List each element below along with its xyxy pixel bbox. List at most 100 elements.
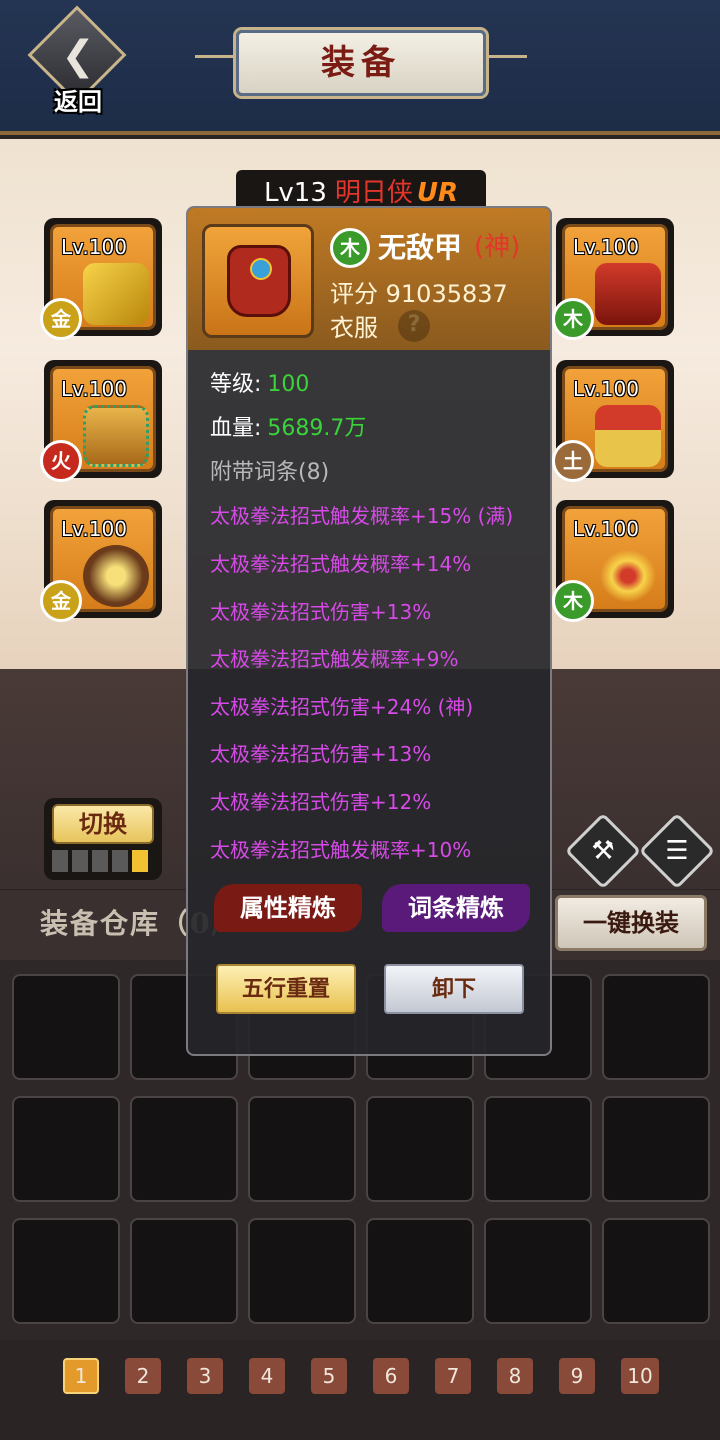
affix-line: 太极拳法招式伤害+13%	[210, 742, 432, 766]
page-button-9[interactable]: 9	[559, 1358, 595, 1394]
page-button-10[interactable]: 10	[621, 1358, 659, 1394]
affix-title: 附带词条(8)	[210, 460, 330, 485]
item-frame	[202, 224, 314, 338]
list-icon: ☰	[638, 812, 716, 890]
inventory-cell[interactable]	[366, 1096, 474, 1202]
equip-slot-armor[interactable]: Lv.100 木	[552, 218, 674, 340]
affix-line: 太极拳法招式伤害+24% (神)	[210, 695, 474, 719]
level-key: 等级:	[210, 372, 262, 397]
page-button-7[interactable]: 7	[435, 1358, 471, 1394]
element-badge: 金	[40, 580, 82, 622]
inventory-cell[interactable]	[130, 1096, 238, 1202]
boots-icon	[595, 405, 661, 467]
help-icon[interactable]: ?	[398, 310, 430, 342]
page-title: 装备	[321, 43, 401, 83]
equip-slot-boots[interactable]: Lv.100 土	[552, 360, 674, 482]
affix-line: 太极拳法招式伤害+13%	[210, 600, 432, 624]
page-button-2[interactable]: 2	[125, 1358, 161, 1394]
back-arrow-icon: ❮	[61, 33, 95, 79]
element-badge: 木	[552, 580, 594, 622]
pager	[0, 1340, 720, 1440]
item-type: 衣服	[330, 314, 378, 342]
top-bar: ❮ 返回 装备	[0, 0, 720, 135]
page-button-8[interactable]: 8	[497, 1358, 533, 1394]
back-button[interactable]: ❮ 返回	[27, 5, 128, 116]
element-badge: 金	[40, 298, 82, 340]
pip	[72, 850, 88, 872]
one-key-equip-button[interactable]: 一键换装	[555, 895, 707, 951]
element-badge: 木	[330, 228, 370, 268]
pip-active	[132, 850, 148, 872]
inventory-cell[interactable]	[484, 1096, 592, 1202]
inventory-cell[interactable]	[366, 1218, 474, 1324]
inventory-cell[interactable]	[12, 1096, 120, 1202]
item-score: 评分 91035837	[330, 274, 508, 309]
page-button-4[interactable]: 4	[249, 1358, 285, 1394]
inventory-cell[interactable]	[602, 1096, 710, 1202]
item-rank: (神)	[474, 232, 521, 262]
score-value: 91035837	[385, 280, 508, 308]
hp-key: 血量:	[210, 416, 262, 441]
golden-sword-icon	[83, 263, 149, 325]
affix-line: 太极拳法招式触发概率+14%	[210, 552, 472, 576]
slot-level: Lv.100	[573, 517, 639, 541]
equip-slot-weapon[interactable]: Lv.100 金	[40, 218, 162, 340]
medallion-icon	[83, 545, 149, 607]
unequip-button[interactable]: 卸下	[384, 964, 524, 1014]
enhance-button[interactable]: ⚒ 强化	[564, 812, 642, 912]
inventory-cell[interactable]	[248, 1218, 356, 1324]
slot-level: Lv.100	[61, 517, 127, 541]
slot-level: Lv.100	[573, 235, 639, 259]
back-label: 返回	[54, 88, 102, 116]
element-badge: 火	[40, 440, 82, 482]
switch-indicator	[52, 850, 152, 876]
page-button-6[interactable]: 6	[373, 1358, 409, 1394]
inventory-cell[interactable]	[602, 974, 710, 1080]
element-badge: 土	[552, 440, 594, 482]
item-detail-popup: 木 无敌甲 (神) 评分 91035837 衣服 ? 等级: 100 血量: 568…	[186, 206, 552, 1056]
slot-level: Lv.100	[61, 235, 127, 259]
level-stat: 等级: 100	[210, 366, 309, 398]
inventory-cell[interactable]	[484, 1218, 592, 1324]
element-badge: 木	[552, 298, 594, 340]
equip-slot-bracer[interactable]: Lv.100 火	[40, 360, 162, 482]
jeweled-bracer-icon	[83, 405, 149, 467]
score-label: 评分	[330, 280, 378, 308]
element-reset-button[interactable]: 五行重置	[216, 964, 356, 1014]
hp-stat: 血量: 5689.7万	[210, 410, 366, 442]
hero-level: Lv13	[263, 178, 327, 208]
slot-level: Lv.100	[61, 377, 127, 401]
hammer-icon: ⚒	[564, 812, 642, 890]
inventory-cell[interactable]	[602, 1218, 710, 1324]
hero-name: 明日侠	[334, 178, 413, 208]
item-header: 木 无敌甲 (神) 评分 91035837 衣服 ?	[188, 208, 550, 350]
switch-button[interactable]: 切换	[52, 804, 154, 844]
hero-rank: UR	[416, 178, 459, 208]
inventory-cell[interactable]	[248, 1096, 356, 1202]
pip	[112, 850, 128, 872]
equip-slot-ring[interactable]: Lv.100 木	[552, 500, 674, 622]
affix-refine-button[interactable]: 词条精炼	[382, 884, 530, 932]
affix-button[interactable]: ☰ 词条	[638, 812, 716, 912]
pip	[52, 850, 68, 872]
equip-slot-medallion[interactable]: Lv.100 金	[40, 500, 162, 622]
inventory-cell[interactable]	[12, 1218, 120, 1324]
affix-line: 太极拳法招式触发概率+15% (满)	[210, 504, 514, 528]
slot-level: Lv.100	[573, 377, 639, 401]
switch-panel: 切换	[44, 798, 162, 880]
attribute-refine-button[interactable]: 属性精炼	[214, 884, 362, 932]
page-button-1[interactable]: 1	[63, 1358, 99, 1394]
affix-line: 太极拳法招式触发概率+9%	[210, 647, 459, 671]
title-plate: 装备	[195, 30, 527, 96]
level-value: 100	[267, 372, 310, 397]
hp-value: 5689.7万	[267, 416, 367, 441]
page-button-5[interactable]: 5	[311, 1358, 347, 1394]
item-name: 无敌甲	[378, 231, 463, 264]
inventory-cell[interactable]	[130, 1218, 238, 1324]
page-button-3[interactable]: 3	[187, 1358, 223, 1394]
affix-line: 太极拳法招式触发概率+10%	[210, 838, 472, 862]
affix-line: 太极拳法招式伤害+12%	[210, 790, 432, 814]
red-armor-icon	[595, 263, 661, 325]
pip	[92, 850, 108, 872]
inventory-cell[interactable]	[12, 974, 120, 1080]
